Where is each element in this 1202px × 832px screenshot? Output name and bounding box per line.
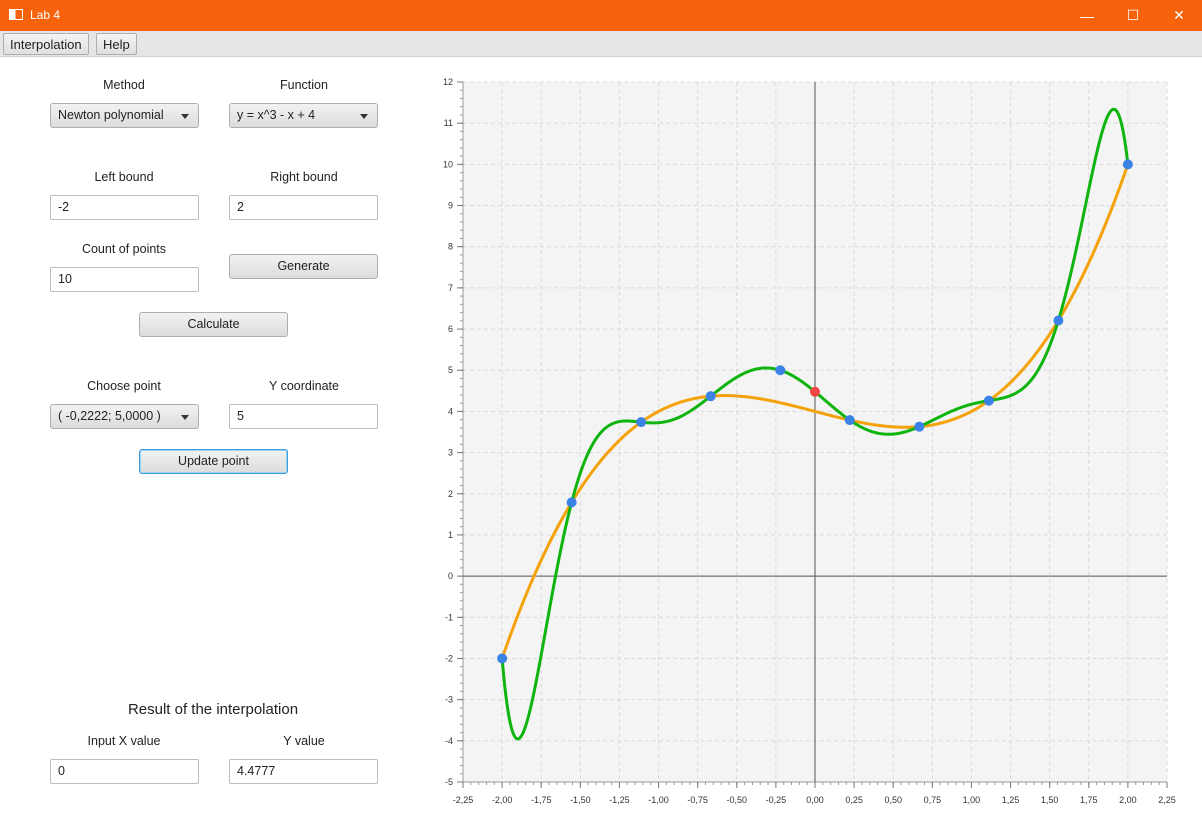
y-tick-label: -1 bbox=[445, 612, 453, 622]
data-point[interactable] bbox=[705, 391, 716, 402]
x-tick-label: 0,25 bbox=[845, 795, 863, 805]
x-tick-label: -0,75 bbox=[687, 795, 708, 805]
data-point[interactable] bbox=[983, 395, 994, 406]
y-tick-label: 0 bbox=[448, 571, 453, 581]
x-tick-label: 2,25 bbox=[1158, 795, 1176, 805]
y-tick-label: 7 bbox=[448, 283, 453, 293]
y-tick-label: 9 bbox=[448, 201, 453, 211]
x-tick-label: -0,50 bbox=[727, 795, 748, 805]
y-tick-label: 2 bbox=[448, 489, 453, 499]
y-tick-label: 5 bbox=[448, 365, 453, 375]
x-tick-label: -2,25 bbox=[453, 795, 474, 805]
x-tick-label: -1,00 bbox=[648, 795, 669, 805]
y-tick-label: 4 bbox=[448, 406, 453, 416]
x-tick-label: -0,25 bbox=[766, 795, 787, 805]
x-tick-label: 2,00 bbox=[1119, 795, 1137, 805]
x-tick-label: -1,25 bbox=[609, 795, 630, 805]
y-tick-label: 8 bbox=[448, 242, 453, 252]
y-tick-label: 11 bbox=[444, 118, 453, 128]
x-tick-label: 0,75 bbox=[924, 795, 942, 805]
data-point[interactable] bbox=[844, 415, 855, 426]
y-tick-label: -5 bbox=[445, 777, 453, 787]
y-tick-label: 3 bbox=[448, 448, 453, 458]
y-tick-label: 6 bbox=[448, 324, 453, 334]
data-point[interactable] bbox=[566, 497, 577, 508]
data-point[interactable] bbox=[497, 653, 508, 664]
y-tick-label: -4 bbox=[445, 736, 453, 746]
x-tick-label: -1,50 bbox=[570, 795, 591, 805]
x-tick-label: 0,00 bbox=[806, 795, 824, 805]
x-tick-label: 1,75 bbox=[1080, 795, 1098, 805]
x-tick-label: 0,50 bbox=[884, 795, 902, 805]
y-tick-label: -2 bbox=[445, 653, 453, 663]
y-tick-label: 10 bbox=[443, 159, 453, 169]
data-point[interactable] bbox=[1053, 315, 1064, 326]
y-tick-label: 12 bbox=[443, 77, 453, 87]
query-point bbox=[810, 386, 820, 397]
y-tick-label: -3 bbox=[445, 695, 453, 705]
x-tick-label: -1,75 bbox=[531, 795, 552, 805]
x-tick-label: -2,00 bbox=[492, 795, 513, 805]
data-point[interactable] bbox=[1122, 159, 1133, 170]
interpolation-chart: -2,25 -2,00 -1,75 -1,50 -1,25 -1,00 -0,75 -0,50… bbox=[443, 77, 1176, 805]
y-tick-label: 1 bbox=[448, 530, 453, 540]
x-tick-label: 1,50 bbox=[1041, 795, 1059, 805]
data-point[interactable] bbox=[914, 421, 925, 432]
data-point[interactable] bbox=[775, 365, 786, 376]
x-tick-label: 1,25 bbox=[1002, 795, 1020, 805]
data-point[interactable] bbox=[636, 417, 647, 428]
x-tick-label: 1,00 bbox=[963, 795, 981, 805]
